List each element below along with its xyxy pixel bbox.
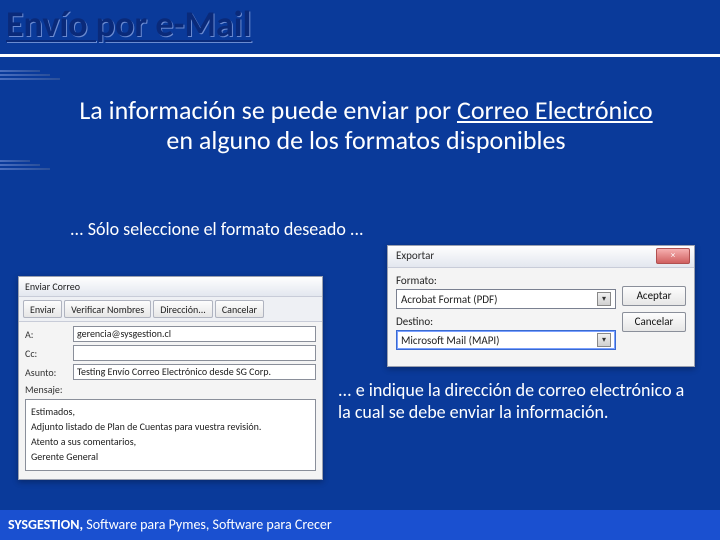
dest-label: Destino: bbox=[396, 315, 616, 328]
mail-toolbar: Enviar Verificar Nombres Dirección... Ca… bbox=[19, 297, 322, 322]
intro-suffix: en alguno de los formatos disponibles bbox=[166, 124, 565, 156]
format-combo[interactable]: Acrobat Format (PDF) ▾ bbox=[396, 289, 616, 309]
export-titlebar: Exportar × bbox=[388, 246, 694, 268]
chevron-down-icon: ▾ bbox=[597, 292, 611, 306]
format-label: Formato: bbox=[396, 274, 616, 287]
send-button[interactable]: Enviar bbox=[23, 300, 62, 318]
message-label: Mensaje: bbox=[25, 383, 69, 396]
cancel-button[interactable]: Cancelar bbox=[622, 312, 686, 332]
export-dialog: Exportar × Formato: Acrobat Format (PDF)… bbox=[387, 245, 695, 367]
footer: SYSGESTION, Software para Pymes, Softwar… bbox=[0, 510, 720, 540]
msg-line: Estimados, bbox=[31, 404, 310, 419]
to-label: A: bbox=[25, 328, 69, 341]
msg-line: Adjunto listado de Plan de Cuentas para … bbox=[31, 419, 310, 434]
intro-prefix: La información se puede enviar por bbox=[79, 94, 457, 126]
mail-titlebar: Enviar Correo bbox=[19, 277, 322, 297]
address-button[interactable]: Dirección... bbox=[153, 300, 213, 318]
subject-field[interactable]: Testing Envío Correo Electrónico desde S… bbox=[73, 364, 316, 380]
mail-title: Enviar Correo bbox=[25, 280, 80, 293]
footer-brand: SYSGESTION, bbox=[8, 516, 83, 533]
dest-combo[interactable]: Microsoft Mail (MAPI) ▾ bbox=[396, 330, 616, 350]
to-field[interactable]: gerencia@sysgestion.cl bbox=[73, 326, 316, 342]
step2-text: ... e indique la dirección de correo ele… bbox=[338, 380, 698, 423]
msg-line: Atento a sus comentarios, bbox=[31, 434, 310, 449]
cc-field[interactable] bbox=[73, 345, 316, 361]
slide-title: Envío por e-Mail bbox=[6, 2, 251, 46]
cc-label: Cc: bbox=[25, 347, 69, 360]
chevron-down-icon: ▾ bbox=[597, 333, 611, 347]
subject-label: Asunto: bbox=[25, 366, 69, 379]
msg-line: Gerente General bbox=[31, 449, 310, 464]
export-title: Exportar bbox=[396, 249, 434, 262]
title-underline bbox=[0, 54, 720, 57]
cancel-button[interactable]: Cancelar bbox=[215, 300, 264, 318]
dest-value: Microsoft Mail (MAPI) bbox=[401, 334, 500, 347]
format-value: Acrobat Format (PDF) bbox=[401, 293, 497, 306]
close-icon[interactable]: × bbox=[656, 248, 690, 264]
message-body[interactable]: Estimados, Adjunto listado de Plan de Cu… bbox=[25, 399, 316, 471]
verify-button[interactable]: Verificar Nombres bbox=[64, 300, 151, 318]
footer-text: Software para Pymes, Software para Crece… bbox=[83, 516, 332, 533]
accept-button[interactable]: Aceptar bbox=[622, 286, 686, 306]
step1-text: ... Sólo seleccione el formato deseado .… bbox=[70, 218, 630, 240]
mail-dialog: Enviar Correo Enviar Verificar Nombres D… bbox=[18, 276, 323, 480]
intro-link: Correo Electrónico bbox=[457, 94, 653, 126]
intro-text: La información se puede enviar por Corre… bbox=[66, 96, 666, 156]
